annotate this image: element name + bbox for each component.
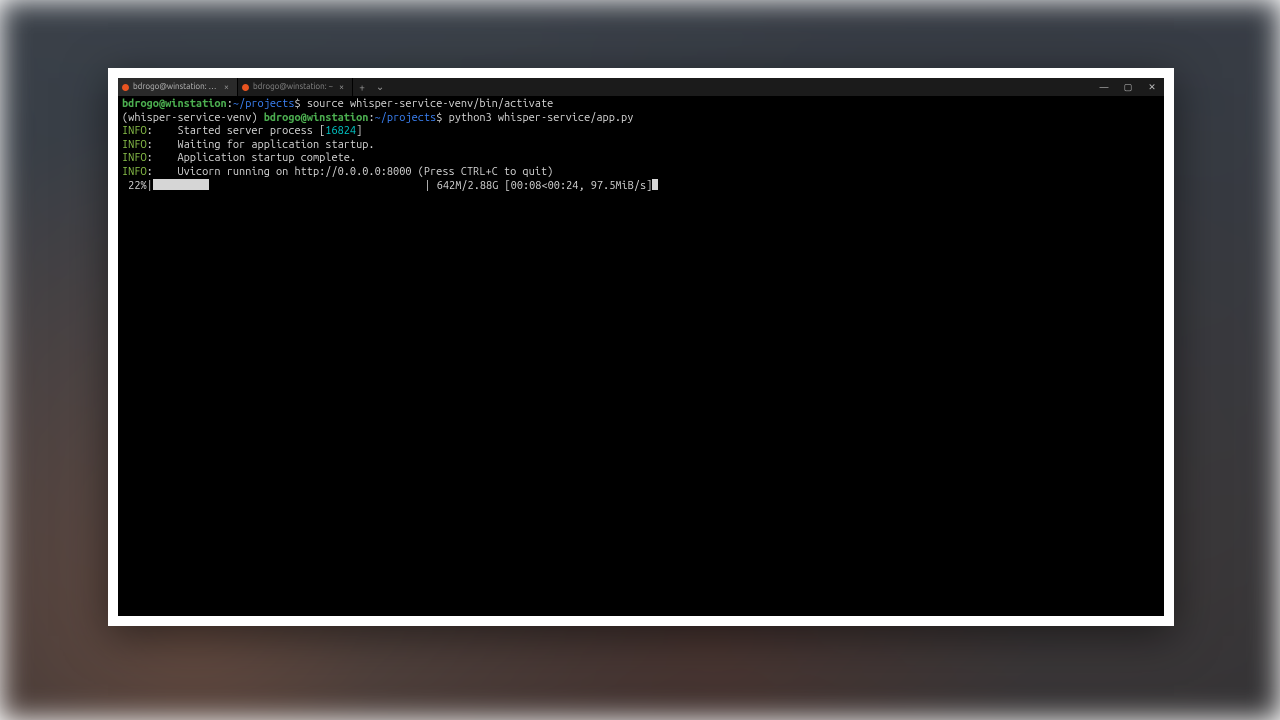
- prompt-line-2: (whisper-service-venv) bdrogo@winstation…: [122, 112, 633, 124]
- tab-inactive[interactable]: bdrogo@winstation: ~ ×: [238, 78, 353, 96]
- tab-dropdown-button[interactable]: ⌄: [371, 78, 389, 96]
- new-tab-button[interactable]: +: [353, 78, 371, 96]
- log-line: INFO: Uvicorn running on http://0.0.0.0:…: [122, 166, 553, 178]
- ubuntu-icon: [122, 84, 129, 91]
- window-controls: — ▢ ✕: [1092, 78, 1164, 96]
- terminal-window: bdrogo@winstation: ~/projec × bdrogo@win…: [118, 78, 1164, 616]
- tab-label: bdrogo@winstation: ~/projec: [133, 78, 218, 96]
- progress-line: 22%| | 642M/2.88G [00:08<00:24, 97.5MiB/…: [122, 180, 658, 192]
- tab-active[interactable]: bdrogo@winstation: ~/projec ×: [118, 78, 238, 96]
- close-window-button[interactable]: ✕: [1140, 78, 1164, 96]
- close-tab-icon[interactable]: ×: [337, 83, 346, 92]
- log-line: INFO: Waiting for application startup.: [122, 139, 375, 151]
- minimize-button[interactable]: —: [1092, 78, 1116, 96]
- maximize-button[interactable]: ▢: [1116, 78, 1140, 96]
- log-line: INFO: Started server process [16824]: [122, 125, 362, 137]
- screenshot-frame: bdrogo@winstation: ~/projec × bdrogo@win…: [108, 68, 1174, 626]
- cursor-icon: [652, 179, 658, 190]
- tab-label: bdrogo@winstation: ~: [253, 78, 333, 96]
- log-line: INFO: Application startup complete.: [122, 152, 356, 164]
- titlebar: bdrogo@winstation: ~/projec × bdrogo@win…: [118, 78, 1164, 96]
- progress-bar-fill: [153, 179, 209, 190]
- terminal-body[interactable]: bdrogo@winstation:~/projects$ source whi…: [118, 96, 1164, 616]
- prompt-line-1: bdrogo@winstation:~/projects$ source whi…: [122, 98, 553, 110]
- ubuntu-icon: [242, 84, 249, 91]
- close-tab-icon[interactable]: ×: [222, 83, 231, 92]
